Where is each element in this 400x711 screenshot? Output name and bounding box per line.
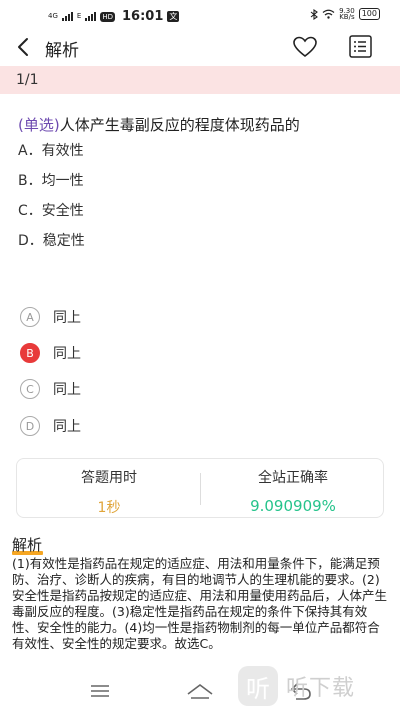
home-icon[interactable] bbox=[186, 682, 214, 700]
accuracy-label: 全站正确率 bbox=[258, 470, 328, 486]
wifi-icon bbox=[322, 9, 335, 19]
analysis-text: (1)有效性是指药品在规定的适应症、用法和用量条件下，能满足预防、治疗、诊断人的… bbox=[12, 556, 388, 651]
signal-bars-icon bbox=[61, 12, 73, 21]
page-title: 解析 bbox=[45, 41, 79, 61]
question-stem: (单选)人体产生毒副反应的程度体现药品的 bbox=[18, 114, 388, 135]
app-notification-icon: 文 bbox=[167, 11, 180, 22]
site-watermark: 听 听下载 bbox=[238, 664, 398, 708]
status-right: 9.30 KB/s 100 bbox=[310, 8, 380, 21]
choice-text: 同上 bbox=[53, 382, 81, 398]
answer-time-value: 1秒 bbox=[97, 500, 121, 516]
option-line: A．有效性 bbox=[18, 143, 84, 159]
choice-c[interactable]: C 同上 bbox=[20, 377, 81, 401]
answer-time-label: 答题用时 bbox=[81, 470, 137, 486]
analysis-heading: 解析 bbox=[12, 536, 43, 554]
choice-a[interactable]: A 同上 bbox=[20, 305, 81, 329]
network-speed: 9.30 KB/s bbox=[339, 8, 355, 21]
chevron-left-icon[interactable] bbox=[14, 36, 34, 58]
bluetooth-icon bbox=[310, 8, 319, 20]
stats-card: 答题用时 1秒 全站正确率 9.090909% bbox=[16, 458, 384, 518]
choice-text: 同上 bbox=[53, 310, 81, 326]
option-line: B．均一性 bbox=[18, 173, 84, 189]
watermark-text: 听下载 bbox=[286, 676, 356, 701]
choice-b[interactable]: B 同上 bbox=[20, 341, 81, 365]
list-icon[interactable] bbox=[349, 35, 372, 58]
status-left: 4G E HD 16:01 文 bbox=[48, 9, 180, 24]
choice-letter-badge: D bbox=[20, 416, 40, 436]
speed-unit: KB/s bbox=[339, 13, 355, 21]
question-progress: 1/1 bbox=[16, 72, 39, 88]
option-line: D．稳定性 bbox=[18, 233, 85, 249]
choice-text: 同上 bbox=[53, 346, 81, 362]
accuracy-stat: 全站正确率 9.090909% bbox=[201, 467, 385, 515]
battery-icon: 100 bbox=[358, 8, 380, 20]
heart-icon[interactable] bbox=[292, 35, 318, 59]
choice-d[interactable]: D 同上 bbox=[20, 414, 81, 438]
accuracy-value: 9.090909% bbox=[250, 497, 336, 515]
choice-letter-badge: A bbox=[20, 307, 40, 327]
choice-letter-badge: C bbox=[20, 379, 40, 399]
signal-label-1: 4G bbox=[48, 12, 58, 20]
status-time: 16:01 bbox=[121, 9, 164, 24]
status-bar: 4G E HD 16:01 文 9.30 KB/s 100 bbox=[0, 0, 400, 30]
choice-text: 同上 bbox=[53, 419, 81, 435]
question-text: 人体产生毒副反应的程度体现药品的 bbox=[59, 116, 300, 134]
watermark-logo: 听 bbox=[238, 666, 278, 706]
nav-bar: 解析 bbox=[0, 30, 400, 64]
menu-icon[interactable] bbox=[90, 684, 110, 698]
progress-band: 1/1 bbox=[0, 66, 400, 94]
question-type-label: (单选) bbox=[18, 116, 60, 134]
option-line: C．安全性 bbox=[18, 203, 84, 219]
signal-bars-icon bbox=[85, 12, 97, 21]
choice-letter-badge: B bbox=[20, 343, 40, 363]
signal-label-2: E bbox=[76, 12, 82, 20]
answer-time-stat: 答题用时 1秒 bbox=[17, 467, 201, 517]
hd-badge: HD bbox=[100, 11, 115, 22]
